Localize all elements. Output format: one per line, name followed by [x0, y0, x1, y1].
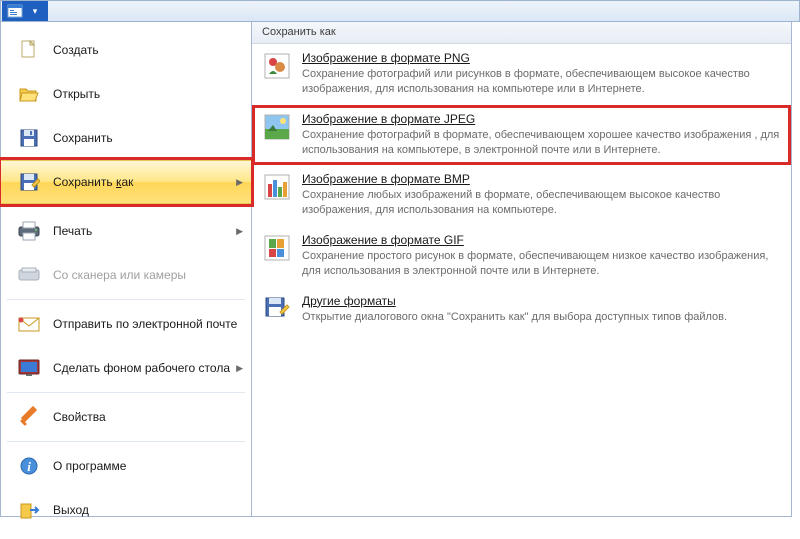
menu-item-exit[interactable]: Выход — [1, 488, 251, 532]
chevron-right-icon: ▶ — [236, 177, 243, 188]
quick-access-toolbar: ▾ — [2, 1, 48, 21]
exit-icon — [15, 498, 43, 522]
menu-item-label: О программе — [53, 459, 126, 473]
format-item-jpeg[interactable]: Изображение в формате JPEG Сохранение фо… — [252, 105, 791, 166]
menu-item-scanner: Со сканера или камеры — [1, 253, 251, 297]
menu-item-label: Печать — [53, 224, 92, 238]
menu-item-label: Отправить по электронной почте — [53, 317, 237, 331]
other-formats-icon — [262, 294, 292, 324]
menu-item-wallpaper[interactable]: Сделать фоном рабочего стола ▶ — [1, 346, 251, 390]
format-desc: Сохранение любых изображений в формате, … — [302, 188, 781, 218]
format-title: Изображение в формате JPEG — [302, 112, 781, 126]
new-icon — [15, 38, 43, 62]
svg-text:i: i — [27, 459, 31, 474]
menu-separator — [7, 206, 245, 207]
open-icon — [15, 82, 43, 106]
format-text: Изображение в формате JPEG Сохранение фо… — [302, 112, 781, 158]
app-menu-button[interactable] — [5, 2, 25, 20]
menu-item-save-as[interactable]: Сохранить как ▶ — [1, 160, 251, 204]
format-desc: Сохранение простого рисунок в формате, о… — [302, 249, 781, 279]
print-icon — [15, 219, 43, 243]
format-item-png[interactable]: Изображение в формате PNG Сохранение фот… — [252, 44, 791, 105]
menu-separator — [7, 299, 245, 300]
format-desc: Сохранение фотографий или рисунков в фор… — [302, 67, 781, 97]
menu-item-label: Открыть — [53, 87, 100, 101]
menu-item-print[interactable]: Печать ▶ — [1, 209, 251, 253]
menu-item-label: Свойства — [53, 410, 106, 424]
format-title: Изображение в формате PNG — [302, 51, 781, 65]
menu-item-label: Выход — [53, 503, 89, 517]
bmp-icon — [262, 172, 292, 202]
gif-icon — [262, 233, 292, 263]
menu-separator — [7, 441, 245, 442]
file-menu-icon — [7, 4, 23, 18]
menu-item-label: Сохранить как — [53, 175, 133, 189]
jpeg-icon — [262, 112, 292, 142]
save-as-submenu: Сохранить как Изображение в формате PNG … — [252, 22, 792, 517]
format-title: Изображение в формате BMP — [302, 172, 781, 186]
save-icon — [15, 126, 43, 150]
menu-item-properties[interactable]: Свойства — [1, 395, 251, 439]
format-item-bmp[interactable]: Изображение в формате BMP Сохранение люб… — [252, 165, 791, 226]
menu-item-save[interactable]: Сохранить — [1, 116, 251, 160]
chevron-down-icon: ▾ — [33, 6, 38, 17]
save-as-icon — [15, 170, 43, 194]
format-text: Изображение в формате BMP Сохранение люб… — [302, 172, 781, 218]
qat-customize-button[interactable]: ▾ — [25, 2, 45, 20]
format-desc: Открытие диалогового окна "Сохранить как… — [302, 310, 781, 325]
chevron-right-icon: ▶ — [236, 363, 243, 374]
menu-item-new[interactable]: Создать — [1, 28, 251, 72]
email-icon — [15, 312, 43, 336]
format-title: Другие форматы — [302, 294, 781, 308]
titlebar: ▾ — [0, 0, 800, 22]
menu-separator — [7, 392, 245, 393]
file-menu-dropdown: Создать Открыть Сохранить Сохранить как … — [0, 22, 792, 517]
format-text: Изображение в формате GIF Сохранение про… — [302, 233, 781, 279]
format-desc: Сохранение фотографий в формате, обеспеч… — [302, 128, 781, 158]
properties-icon — [15, 405, 43, 429]
png-icon — [262, 51, 292, 81]
wallpaper-icon — [15, 356, 43, 380]
file-menu-left: Создать Открыть Сохранить Сохранить как … — [0, 22, 252, 517]
submenu-header: Сохранить как — [252, 22, 791, 44]
format-item-gif[interactable]: Изображение в формате GIF Сохранение про… — [252, 226, 791, 287]
menu-item-email[interactable]: Отправить по электронной почте — [1, 302, 251, 346]
info-icon: i — [15, 454, 43, 478]
menu-item-label: Со сканера или камеры — [53, 268, 186, 282]
format-text: Изображение в формате PNG Сохранение фот… — [302, 51, 781, 97]
format-title: Изображение в формате GIF — [302, 233, 781, 247]
format-text: Другие форматы Открытие диалогового окна… — [302, 294, 781, 325]
menu-item-label: Создать — [53, 43, 99, 57]
menu-item-open[interactable]: Открыть — [1, 72, 251, 116]
chevron-right-icon: ▶ — [236, 226, 243, 237]
scanner-icon — [15, 263, 43, 287]
format-item-other[interactable]: Другие форматы Открытие диалогового окна… — [252, 287, 791, 333]
menu-item-label: Сохранить — [53, 131, 113, 145]
menu-item-about[interactable]: i О программе — [1, 444, 251, 488]
menu-item-label: Сделать фоном рабочего стола — [53, 361, 230, 375]
